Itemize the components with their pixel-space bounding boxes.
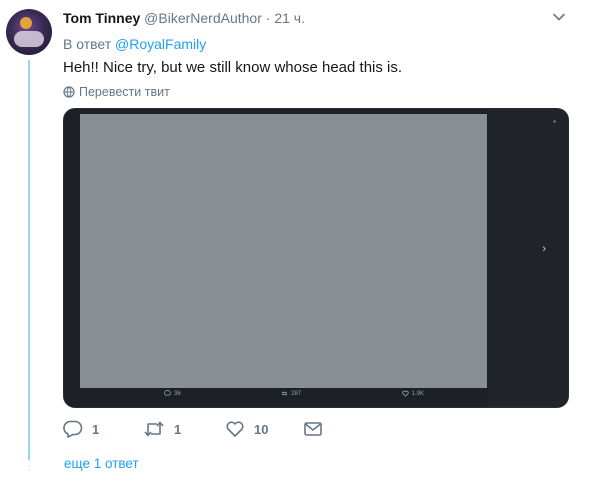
avatar-cloud bbox=[14, 31, 44, 47]
retweet-count: 1 bbox=[174, 421, 182, 437]
embedded-retweet: 287 bbox=[281, 390, 301, 397]
reply-prefix: В ответ bbox=[63, 36, 112, 52]
reply-to-line: В ответ @RoyalFamily bbox=[63, 36, 206, 52]
translate-label: Перевести твит bbox=[79, 85, 170, 99]
retweet-icon bbox=[282, 391, 287, 396]
tweet-time[interactable]: 21 ч. bbox=[274, 10, 305, 26]
close-icon[interactable]: ▪ bbox=[553, 117, 556, 126]
like-count: 10 bbox=[254, 421, 269, 437]
tweet-text: Heh!! Nice try, but we still know whose … bbox=[63, 59, 403, 76]
embedded-reply-count: 36 bbox=[174, 390, 181, 397]
author-handle[interactable]: @BikerNerdAuthor bbox=[144, 10, 262, 26]
globe-icon bbox=[63, 86, 75, 98]
header-separator: · bbox=[265, 10, 271, 26]
reply-button[interactable]: 1 bbox=[63, 420, 99, 438]
reply-icon bbox=[63, 420, 83, 438]
avatar[interactable] bbox=[6, 9, 52, 55]
reply-mention-link[interactable]: @RoyalFamily bbox=[115, 36, 206, 52]
translate-tweet-link[interactable]: Перевести твит bbox=[63, 85, 170, 99]
like-icon bbox=[401, 390, 409, 397]
chevron-down-icon[interactable] bbox=[550, 8, 568, 26]
like-button[interactable]: 10 bbox=[225, 420, 268, 438]
author-name[interactable]: Tom Tinney bbox=[63, 10, 140, 26]
more-replies-link[interactable]: еще 1 ответ bbox=[64, 456, 139, 471]
envelope-icon bbox=[304, 422, 322, 436]
retweet-icon bbox=[144, 421, 164, 437]
embedded-like-count: 1.9K bbox=[411, 390, 424, 397]
next-arrow-icon[interactable]: › bbox=[542, 243, 546, 255]
embedded-retweet-count: 287 bbox=[291, 390, 302, 397]
embedded-like: 1.9K bbox=[401, 390, 424, 397]
thread-line bbox=[28, 60, 30, 460]
embedded-reply: 36 bbox=[164, 390, 181, 397]
embedded-action-bar: 36 287 1.9K bbox=[164, 390, 424, 397]
heart-icon bbox=[226, 421, 244, 437]
retweet-button[interactable]: 1 bbox=[143, 420, 181, 438]
embedded-photo[interactable] bbox=[80, 114, 487, 388]
tweet-action-bar: 1 1 10 bbox=[63, 420, 363, 440]
tweet-header: Tom Tinney @BikerNerdAuthor · 21 ч. bbox=[63, 10, 305, 26]
reply-count: 1 bbox=[92, 421, 100, 437]
thread-dots-icon: · · · bbox=[27, 455, 31, 476]
reply-icon bbox=[164, 390, 171, 396]
media-side-panel bbox=[488, 109, 568, 407]
direct-message-button[interactable] bbox=[303, 420, 323, 438]
avatar-ornament bbox=[20, 17, 32, 29]
embedded-media[interactable]: ▪ › 36 287 1.9K bbox=[63, 108, 569, 408]
